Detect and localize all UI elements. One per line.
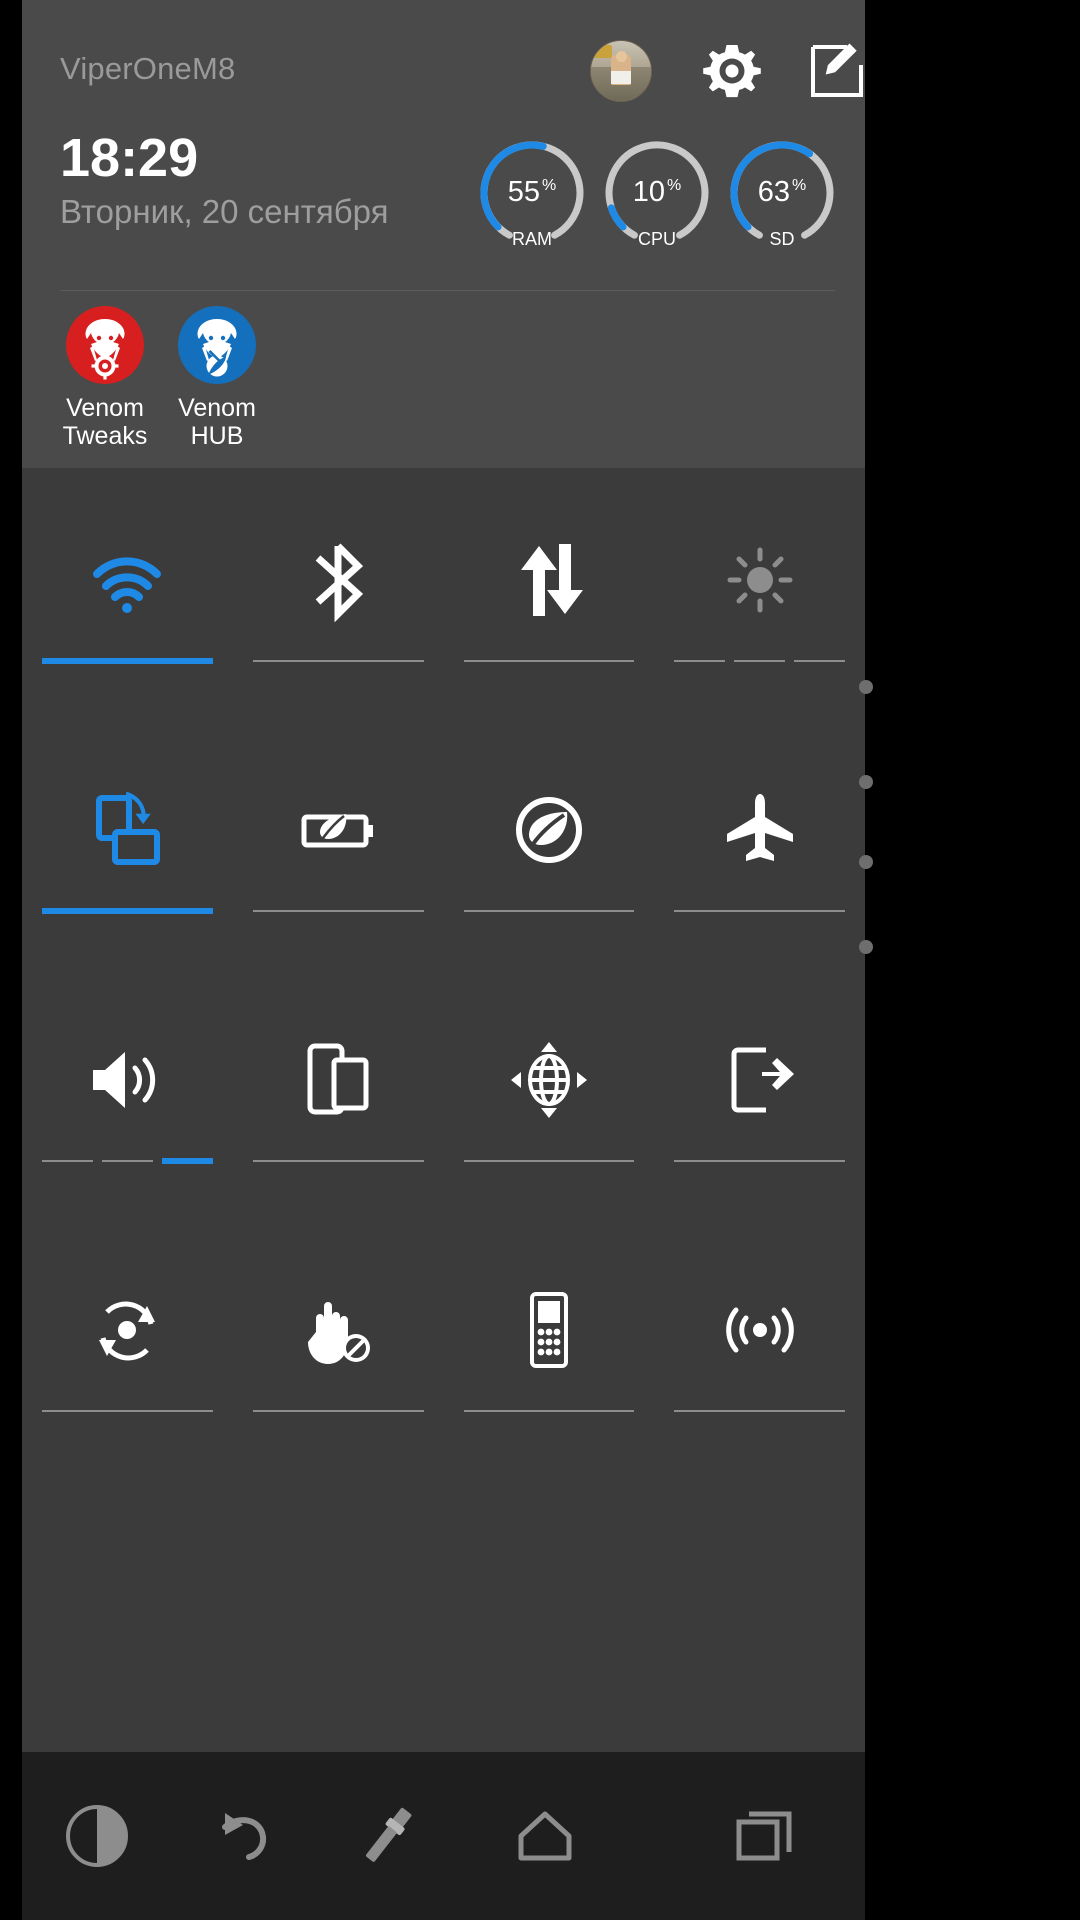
tile-extreme-power[interactable] xyxy=(444,718,655,968)
broadcast-icon xyxy=(718,1288,802,1372)
contrast-icon xyxy=(66,1805,128,1867)
tile-grid xyxy=(22,468,865,1468)
viper-rocket-icon xyxy=(178,306,256,384)
bezel-left xyxy=(0,0,22,1920)
contrast-button[interactable] xyxy=(22,1752,172,1920)
screen: ViperOneM8 18:29 Вторник, 20 сентября 55… xyxy=(0,0,1080,1920)
quick-settings-panel: ViperOneM8 18:29 Вторник, 20 сентября 55… xyxy=(22,0,865,1920)
home-icon xyxy=(518,1811,571,1861)
rotate-screen-icon xyxy=(85,788,169,872)
tile-hotspot[interactable] xyxy=(654,1218,865,1468)
recents-button[interactable] xyxy=(665,1752,865,1920)
torch-button[interactable] xyxy=(312,1752,462,1920)
edge-dot xyxy=(859,940,873,954)
edge-dot xyxy=(859,855,873,869)
tile-state-indicator xyxy=(252,908,424,914)
clock-time: 18:29 xyxy=(60,128,199,188)
tile-state-indicator xyxy=(674,1408,845,1414)
tile-bluetooth[interactable] xyxy=(233,468,444,718)
feature-phone-icon xyxy=(507,1288,591,1372)
tile-battery-saver[interactable] xyxy=(233,718,444,968)
tile-state-indicator xyxy=(674,658,846,664)
gauge-value: 63% xyxy=(757,176,807,208)
tile-state-indicator xyxy=(252,1158,424,1164)
wifi-icon xyxy=(85,538,169,622)
tile-state-indicator xyxy=(42,1158,213,1164)
tile-airplane-mode[interactable] xyxy=(654,718,865,968)
gauge-value: 10% xyxy=(632,176,682,208)
device-name: ViperOneM8 xyxy=(60,51,236,86)
gauge-cpu: 10% CPU xyxy=(602,138,712,249)
data-transfer-icon xyxy=(507,538,591,622)
tile-state-indicator xyxy=(252,658,424,664)
tile-state-indicator xyxy=(42,1408,213,1414)
avatar[interactable] xyxy=(590,40,652,102)
shortcut-label: Venom HUB xyxy=(178,394,256,450)
tile-usb-tether[interactable] xyxy=(654,968,865,1218)
tile-mobile-data[interactable] xyxy=(444,468,655,718)
tile-state-indicator xyxy=(463,908,635,914)
edge-dot xyxy=(859,775,873,789)
edge-dot xyxy=(859,680,873,694)
system-gauges: 55% RAM 10% CPU 63 % SD xyxy=(477,138,837,249)
gauge-ram: 55% RAM xyxy=(477,138,587,249)
panel-bottom-area xyxy=(22,1468,865,1920)
bluetooth-icon xyxy=(296,538,380,622)
app-shortcuts: Venom Tweaks Venom HUB xyxy=(60,306,262,450)
navigation-bar xyxy=(22,1752,865,1920)
shortcut-venom-tweaks[interactable]: Venom Tweaks xyxy=(60,306,150,450)
gauge-label: CPU xyxy=(637,229,676,249)
phone-transfer-icon xyxy=(718,1038,802,1122)
tile-state-indicator xyxy=(463,1408,635,1414)
tile-state-indicator xyxy=(463,1158,635,1164)
back-arrow-icon xyxy=(222,1813,267,1860)
tile-gestures-off[interactable] xyxy=(233,1218,444,1468)
tile-cast-screen[interactable] xyxy=(233,968,444,1218)
tile-auto-rotate[interactable] xyxy=(22,718,233,968)
battery-leaf-icon xyxy=(296,788,380,872)
tile-state-indicator xyxy=(674,908,845,914)
volume-icon xyxy=(85,1038,169,1122)
gauge-sd: 63% SD xyxy=(727,138,837,249)
tile-sound-profile[interactable] xyxy=(22,968,233,1218)
gauge-label: RAM xyxy=(512,229,552,249)
hand-block-icon xyxy=(296,1288,380,1372)
header-divider xyxy=(60,290,835,291)
clock-date: Вторник, 20 сентября xyxy=(60,192,389,230)
viper-gear-icon xyxy=(66,306,144,384)
globe-location-icon xyxy=(507,1038,591,1122)
back-button[interactable] xyxy=(172,1752,312,1920)
edit-icon[interactable] xyxy=(805,39,869,103)
tile-state-indicator xyxy=(463,658,635,664)
tile-state-indicator xyxy=(252,1408,424,1414)
tile-wifi[interactable] xyxy=(22,468,233,718)
home-button[interactable] xyxy=(462,1752,627,1920)
bezel-right xyxy=(859,0,1080,1920)
panel-header: ViperOneM8 18:29 Вторник, 20 сентября 55… xyxy=(22,0,865,468)
clock-block: 18:29 Вторник, 20 сентября xyxy=(60,130,389,231)
screen-mirror-icon xyxy=(296,1038,380,1122)
gauge-label: SD xyxy=(769,229,795,249)
recents-icon xyxy=(736,1811,792,1861)
gear-icon[interactable] xyxy=(700,39,764,103)
sync-icon xyxy=(85,1288,169,1372)
tile-state-indicator xyxy=(42,658,213,664)
tile-state-indicator xyxy=(674,1158,845,1164)
gauge-value: 55% xyxy=(507,176,557,208)
tile-remote[interactable] xyxy=(444,1218,655,1468)
shortcut-venom-hub[interactable]: Venom HUB xyxy=(172,306,262,450)
tile-location[interactable] xyxy=(444,968,655,1218)
shortcut-label: Venom Tweaks xyxy=(62,394,148,450)
brightness-icon xyxy=(718,538,802,622)
tile-state-indicator xyxy=(42,908,213,914)
device-row: ViperOneM8 xyxy=(60,40,863,107)
flashlight-icon xyxy=(366,1807,412,1862)
power-leaf-icon xyxy=(507,788,591,872)
airplane-icon xyxy=(718,788,802,872)
tile-sync[interactable] xyxy=(22,1218,233,1468)
tile-brightness[interactable] xyxy=(654,468,865,718)
